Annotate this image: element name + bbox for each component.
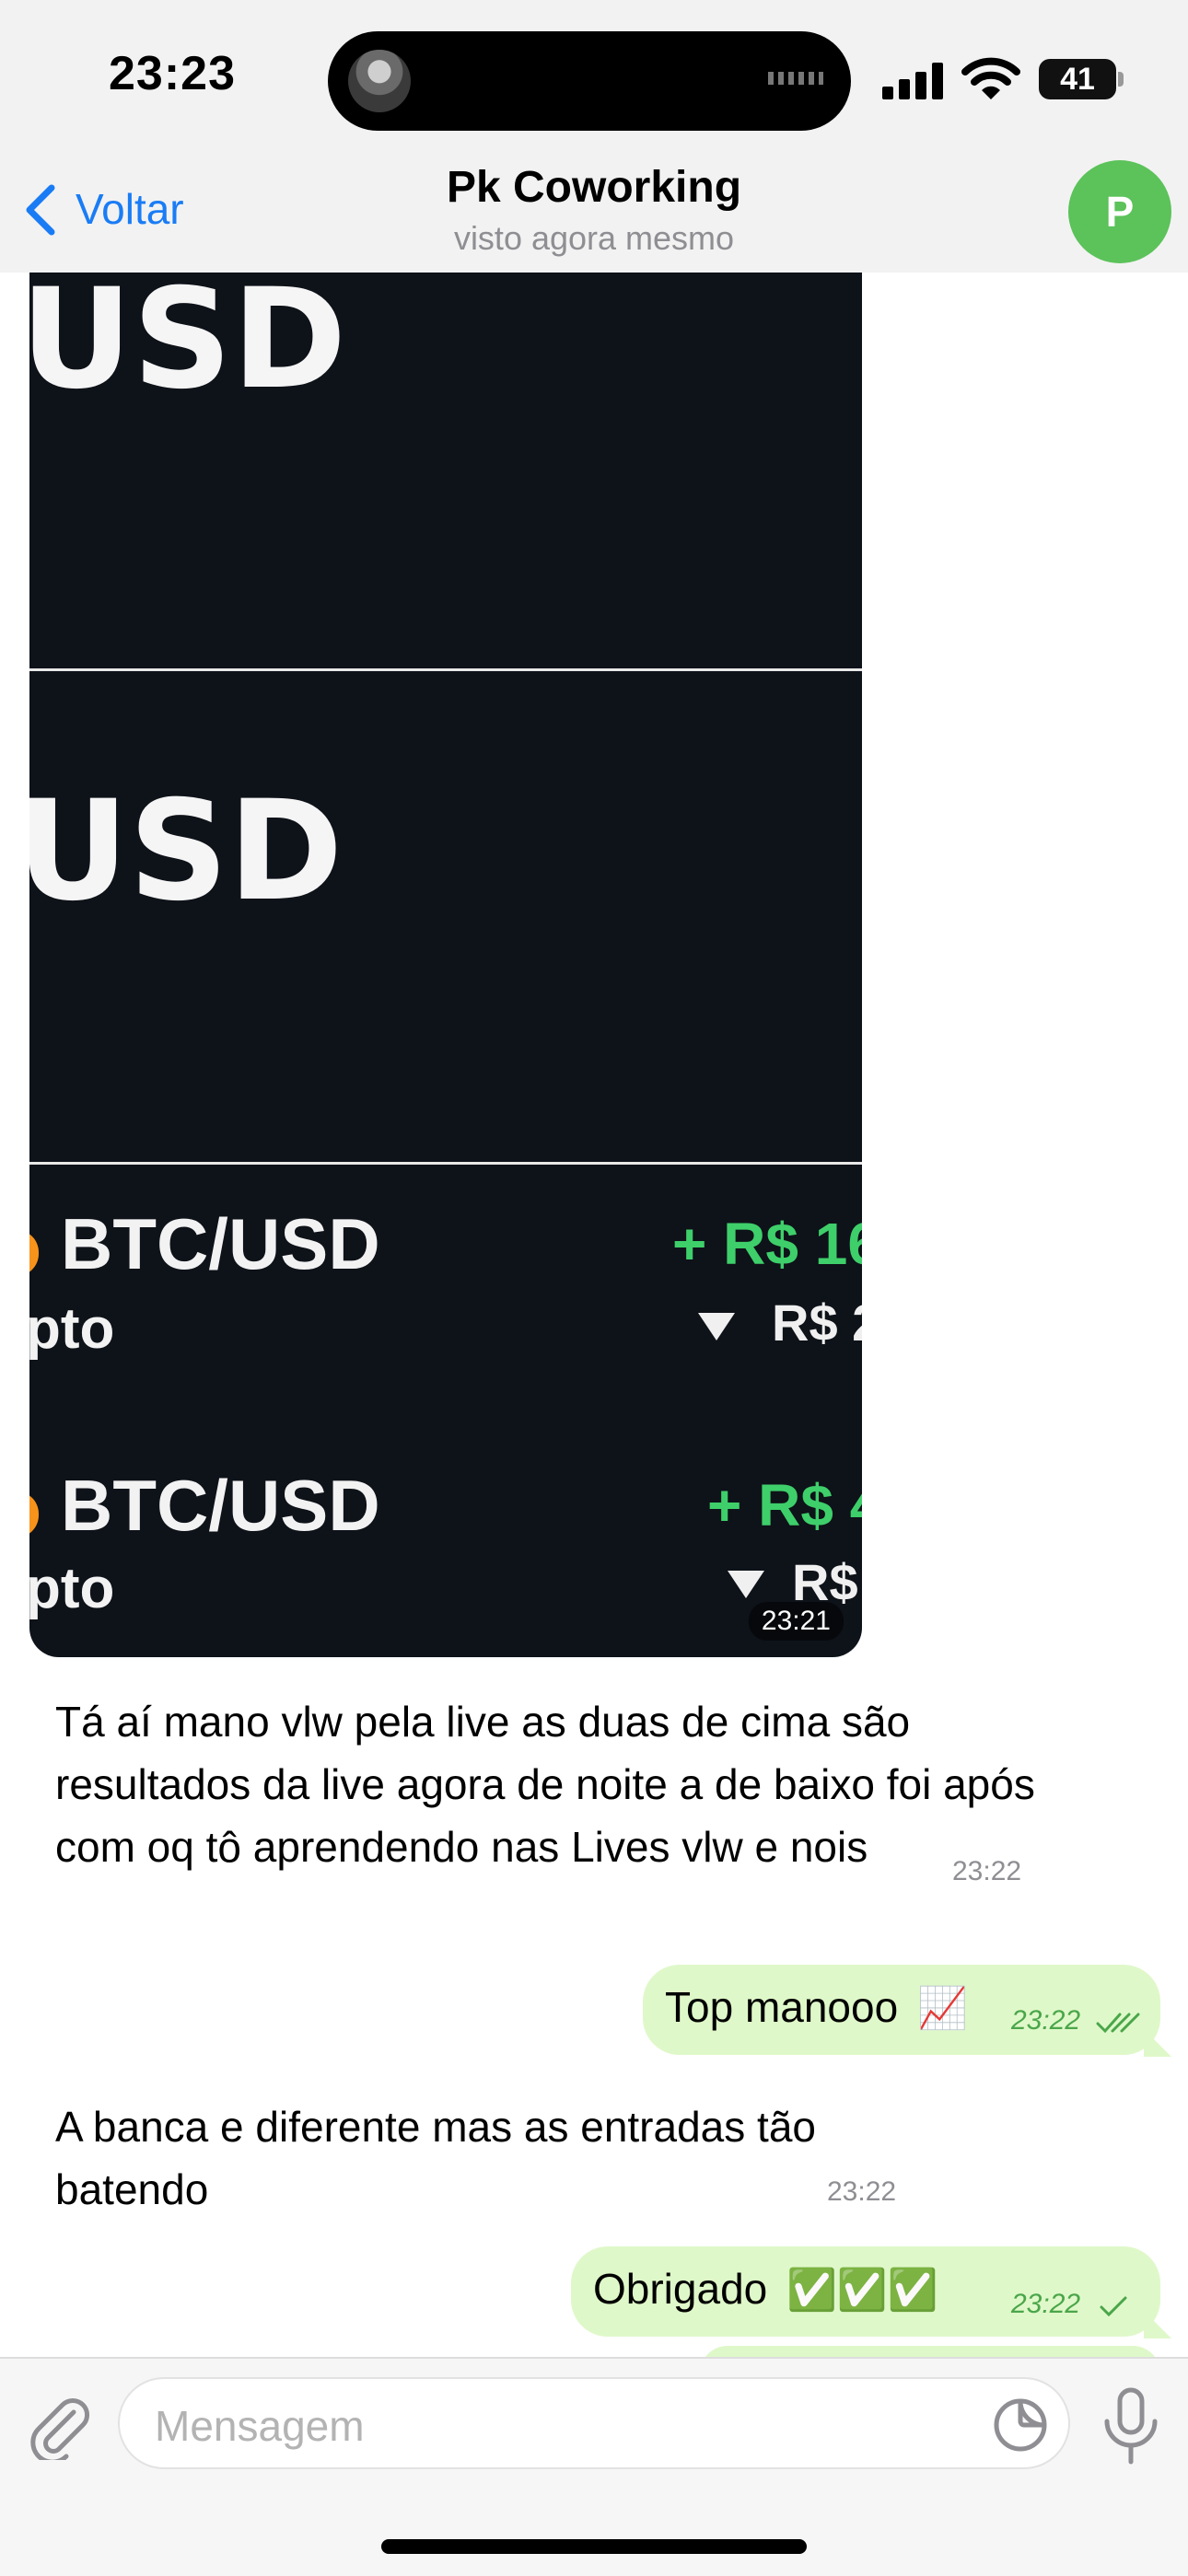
battery-icon: 41 bbox=[1039, 59, 1116, 99]
message-placeholder: Mensagem bbox=[155, 2402, 365, 2450]
trade-gain: + R$ 4 bbox=[707, 1472, 862, 1538]
message-composer: Mensagem bbox=[0, 2357, 1188, 2576]
check-icon bbox=[1100, 2296, 1127, 2317]
photo-divider bbox=[29, 668, 862, 671]
status-time: 23:23 bbox=[109, 47, 236, 100]
chat-title[interactable]: Pk Coworking bbox=[0, 162, 1188, 213]
outgoing-message[interactable]: Top manooo 📈 bbox=[643, 1965, 1160, 2055]
bitcoin-coin-icon bbox=[29, 1230, 39, 1276]
photo-text-usd-mid: USD bbox=[29, 772, 344, 932]
cellular-signal-icon bbox=[882, 63, 947, 99]
sticker-icon[interactable] bbox=[991, 2396, 1050, 2454]
live-activity-avatar bbox=[348, 50, 411, 112]
trade-pair: BTC/USD bbox=[61, 1465, 380, 1546]
status-bar: 23:23 41 bbox=[0, 0, 1188, 157]
bitcoin-coin-icon bbox=[29, 1491, 39, 1537]
trade-type: pto bbox=[29, 1557, 115, 1620]
message-text: A banca e diferente mas as entradas tão … bbox=[55, 2103, 816, 2213]
message-time: 23:22 bbox=[952, 1856, 1022, 1886]
chat-header: Voltar Pk Coworking visto agora mesmo P bbox=[0, 157, 1188, 274]
paperclip-icon[interactable] bbox=[26, 2392, 94, 2460]
down-triangle-icon bbox=[698, 1313, 735, 1340]
double-check-icon bbox=[1096, 2013, 1140, 2034]
message-time: 23:22 bbox=[827, 2176, 897, 2207]
message-input[interactable]: Mensagem bbox=[118, 2377, 1070, 2469]
photo-text-usd-top: USD bbox=[29, 273, 347, 420]
bubble-tail bbox=[1144, 2029, 1171, 2057]
photo-timestamp: 23:21 bbox=[748, 1602, 844, 1641]
trade-type: pto bbox=[29, 1297, 115, 1361]
battery-cap bbox=[1118, 72, 1124, 87]
trade-pair: BTC/USD bbox=[61, 1203, 380, 1284]
photo-divider bbox=[29, 1162, 862, 1165]
audio-wave-icon bbox=[768, 72, 823, 85]
bubble-tail bbox=[1144, 2311, 1171, 2338]
message-text: Obrigado bbox=[593, 2265, 768, 2313]
contact-avatar[interactable]: P bbox=[1068, 160, 1171, 263]
outgoing-message-partial[interactable] bbox=[700, 2346, 1160, 2357]
check-mark-emoji: ✅✅✅ bbox=[786, 2268, 938, 2313]
microphone-icon[interactable] bbox=[1098, 2386, 1164, 2466]
wifi-icon bbox=[961, 57, 1020, 99]
message-list[interactable]: USD USD BTC/USD pto + R$ 16 R$ 2 BTC/USD… bbox=[0, 273, 1188, 2357]
photo-message[interactable]: USD USD BTC/USD pto + R$ 16 R$ 2 BTC/USD… bbox=[29, 273, 862, 1657]
trade-loss: R$ 2 bbox=[772, 1294, 862, 1352]
down-triangle-icon bbox=[728, 1571, 764, 1598]
message-time: 23:22 bbox=[1011, 2289, 1081, 2319]
dynamic-island[interactable] bbox=[328, 31, 851, 131]
incoming-message[interactable]: A banca e diferente mas as entradas tão … bbox=[29, 2077, 941, 2235]
chart-increasing-emoji: 📈 bbox=[916, 1986, 968, 2031]
message-text: Tá aí mano vlw pela live as duas de cima… bbox=[55, 1698, 1035, 1871]
message-time: 23:22 bbox=[1011, 2005, 1081, 2036]
message-text: Top manooo bbox=[665, 1983, 899, 2031]
trade-gain: + R$ 16 bbox=[672, 1211, 862, 1277]
incoming-message[interactable]: Tá aí mano vlw pela live as duas de cima… bbox=[29, 1672, 1070, 1909]
home-indicator[interactable] bbox=[381, 2539, 807, 2554]
last-seen-status: visto agora mesmo bbox=[453, 219, 735, 257]
